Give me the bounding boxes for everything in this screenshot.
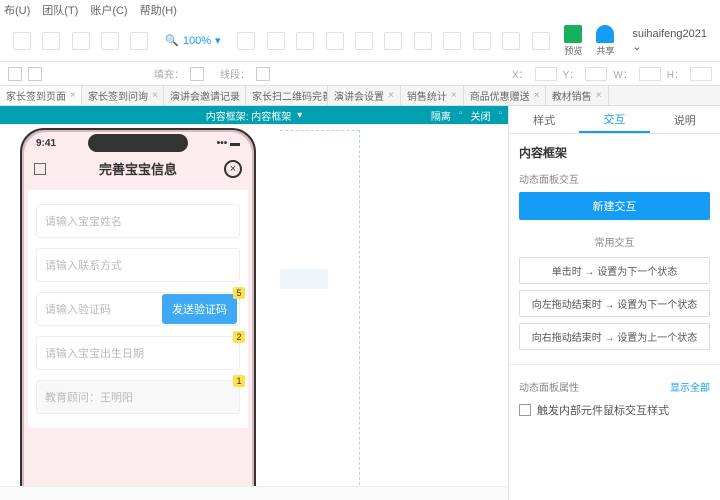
- tool-c[interactable]: [291, 32, 318, 50]
- app-title: 完善宝宝信息: [99, 159, 177, 178]
- tab-1[interactable]: 家长签到问询×: [82, 86, 164, 105]
- tool-b[interactable]: [262, 32, 289, 50]
- artboard-secondary[interactable]: [280, 130, 360, 490]
- send-code-button[interactable]: 发送验证码: [162, 294, 237, 324]
- zoom-control[interactable]: 🔍 100% ▾: [165, 34, 220, 47]
- zoom-value: 100%: [183, 35, 211, 47]
- h-field[interactable]: [690, 67, 712, 81]
- back-icon[interactable]: [34, 163, 46, 175]
- chevron-down-icon: ▾: [215, 34, 221, 47]
- phone-notch: [88, 134, 188, 152]
- preset-click[interactable]: 单击时 → 设置为下一个状态: [519, 257, 710, 284]
- tool-a[interactable]: [233, 32, 260, 50]
- tool-d[interactable]: [321, 32, 348, 50]
- selection-bar: 内容框架: 内容框架 ▾ 隔离 ▫ 关闭 ▫: [0, 106, 508, 124]
- preset-swipe-right[interactable]: 向右拖动结束时 → 设置为上一个状态: [519, 323, 710, 350]
- advisor-field: 教育顾问：王明阳 1: [36, 380, 240, 414]
- form-card: 请输入宝宝姓名 请输入联系方式 请输入验证码 发送验证码 5 请输入宝宝出生日期…: [28, 190, 248, 428]
- menu-bar: 布(U) 团队(T) 账户(C) 帮助(H): [0, 0, 720, 20]
- close-icon[interactable]: ×: [224, 160, 242, 178]
- tab-7[interactable]: 教材销售×: [546, 86, 609, 105]
- page-tabs: 家长签到页面× 家长签到问询× 演讲会邀请记录× 家长扫二维码完善信息× 演讲会…: [0, 86, 720, 106]
- tab-3[interactable]: 家长扫二维码完善信息×: [246, 86, 328, 105]
- phone-mockup[interactable]: 9:41 ••• ▬ 完善宝宝信息 × 请输入宝宝姓名 请输入联系方式 请输入验…: [20, 128, 256, 500]
- checkbox-icon: [519, 404, 531, 416]
- trigger-hover-checkbox[interactable]: 触发内部元件鼠标交互样式: [519, 402, 710, 418]
- search-icon: 🔍: [165, 34, 179, 47]
- tool-i[interactable]: [468, 32, 495, 50]
- canvas[interactable]: 内容框架: 内容框架 ▾ 隔离 ▫ 关闭 ▫ 9:41 ••• ▬: [0, 106, 508, 500]
- share-button[interactable]: 共享: [596, 25, 614, 57]
- note-badge-2[interactable]: 2: [233, 331, 245, 343]
- tool-k[interactable]: [527, 32, 554, 50]
- preset-swipe-left[interactable]: 向左拖动结束时 → 设置为下一个状态: [519, 290, 710, 317]
- isolate-button[interactable]: 隔离: [431, 108, 451, 123]
- app-header: 完善宝宝信息 ×: [24, 151, 252, 186]
- section-common: 常用交互: [519, 234, 710, 249]
- tool-copy[interactable]: [37, 32, 64, 50]
- signal-icon: ••• ▬: [217, 138, 240, 149]
- y-field[interactable]: [585, 67, 607, 81]
- property-bar: 填充： 线段： X： Y： W： H：: [0, 62, 720, 86]
- panel-tabs: 样式 交互 说明: [509, 106, 720, 134]
- menu-help[interactable]: 帮助(H): [140, 2, 177, 18]
- menu-account[interactable]: 账户(C): [90, 2, 127, 18]
- menu-layout[interactable]: 布(U): [4, 2, 30, 18]
- tab-5[interactable]: 销售统计×: [401, 86, 464, 105]
- code-field[interactable]: 请输入验证码 发送验证码 5: [36, 292, 240, 326]
- canvas-scrollbar[interactable]: [0, 486, 508, 500]
- toolbar: 🔍 100% ▾ 预览 共享 suihaifeng2021 ⌄: [0, 20, 720, 62]
- tab-4[interactable]: 演讲会设置×: [328, 86, 401, 105]
- fill-swatch[interactable]: [190, 67, 204, 81]
- tool-cut[interactable]: [8, 32, 35, 50]
- tool-g[interactable]: [409, 32, 436, 50]
- swatch-2[interactable]: [28, 67, 42, 81]
- selection-label: 内容框架: 内容框架: [206, 108, 292, 123]
- chevron-down-icon: ⌄: [632, 41, 641, 53]
- new-interaction-button[interactable]: 新建交互: [519, 192, 710, 220]
- inspector-panel: 样式 交互 说明 内容框架 动态面板交互 新建交互 常用交互 单击时 → 设置为…: [508, 106, 720, 500]
- contact-field[interactable]: 请输入联系方式: [36, 248, 240, 282]
- note-badge-1[interactable]: 1: [233, 375, 245, 387]
- tool-paste[interactable]: [67, 32, 94, 50]
- tool-f[interactable]: [380, 32, 407, 50]
- w-field[interactable]: [639, 67, 661, 81]
- panel-subtitle: 动态面板交互: [519, 171, 710, 186]
- birthday-field[interactable]: 请输入宝宝出生日期 2: [36, 336, 240, 370]
- play-icon: [564, 25, 582, 43]
- panel-title: 内容框架: [519, 144, 710, 161]
- x-field[interactable]: [535, 67, 557, 81]
- panel-tab-interaction[interactable]: 交互: [579, 106, 649, 133]
- section-props: 动态面板属性: [519, 379, 579, 394]
- line-swatch[interactable]: [256, 67, 270, 81]
- close-selection-button[interactable]: 关闭: [470, 108, 490, 123]
- menu-team[interactable]: 团队(T): [42, 2, 78, 18]
- tab-6[interactable]: 商品优惠赠送×: [464, 86, 546, 105]
- chevron-down-icon[interactable]: ▾: [297, 110, 302, 121]
- panel-tab-notes[interactable]: 说明: [650, 106, 720, 133]
- tool-e[interactable]: [350, 32, 377, 50]
- panel-tab-style[interactable]: 样式: [509, 106, 579, 133]
- show-all-link[interactable]: 显示全部: [670, 379, 710, 394]
- note-badge-5[interactable]: 5: [233, 287, 245, 299]
- secondary-strip: [280, 269, 328, 289]
- tool-h[interactable]: [439, 32, 466, 50]
- swatch-1[interactable]: [8, 67, 22, 81]
- line-label: 线段：: [220, 66, 250, 81]
- tab-2[interactable]: 演讲会邀请记录×: [164, 86, 246, 105]
- fill-label: 填充：: [154, 66, 184, 81]
- name-field[interactable]: 请输入宝宝姓名: [36, 204, 240, 238]
- preview-button[interactable]: 预览: [564, 25, 582, 57]
- tool-undo[interactable]: [96, 32, 123, 50]
- cloud-icon: [596, 25, 614, 43]
- tool-redo[interactable]: [126, 32, 153, 50]
- tab-0[interactable]: 家长签到页面×: [0, 86, 82, 105]
- close-icon[interactable]: ×: [70, 90, 76, 101]
- user-menu[interactable]: suihaifeng2021 ⌄: [632, 28, 712, 53]
- tool-j[interactable]: [498, 32, 525, 50]
